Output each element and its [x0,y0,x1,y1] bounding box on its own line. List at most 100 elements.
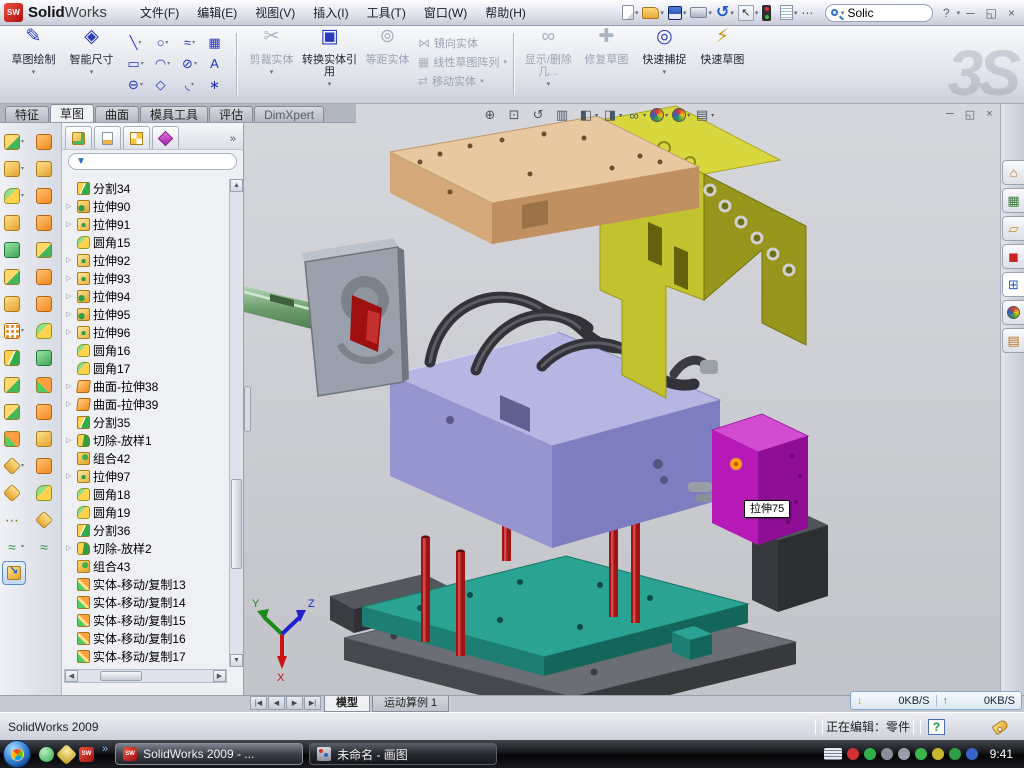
start-button[interactable] [3,740,31,768]
tray-volume-icon[interactable] [898,748,910,760]
parting-surface-icon[interactable] [36,484,52,501]
select-icon[interactable]: ▾ [736,5,761,21]
tag-icon[interactable] [991,718,1009,735]
taskbar-clock[interactable]: 9:41 [987,747,1021,761]
model-nav-button[interactable]: ◀ [268,696,285,710]
model-tab[interactable]: 运动算例 1 [372,696,449,712]
tooling-split-icon[interactable] [36,511,52,528]
quick-launch-solidworks-icon[interactable]: SW [79,747,94,762]
commandmanager-tab[interactable]: 评估 [209,106,253,122]
instant3d-button[interactable] [2,561,26,585]
menu-item[interactable]: 帮助(H) [476,4,535,22]
featuremanager-tab[interactable] [65,126,92,149]
mirror-entities-button[interactable]: ⋈镜向实体▾ [418,35,507,51]
zoom-fit-icon[interactable]: ⊕▾ [482,107,502,123]
curve-icon[interactable]: ≈▾ [4,538,24,555]
feature-tree-item[interactable]: ▷组合43 [65,557,227,575]
feature-tree-item[interactable]: ▷切除-放样2 [65,539,227,557]
menu-item[interactable]: 插入(I) [304,4,357,22]
configurationmanager-tab[interactable] [123,126,150,149]
boundary-boss-icon[interactable]: ▾ [4,268,24,285]
spline-icon[interactable]: ≈▾ [176,32,203,53]
reference-plane-icon[interactable]: ▾ [4,484,24,501]
trim-surface-icon[interactable] [36,403,52,420]
model-nav-button[interactable]: |◀ [250,696,267,710]
feature-tree-item[interactable]: ▷圆角19 [65,503,227,521]
insert-mold-folder-icon[interactable] [36,133,52,150]
feature-tree-item[interactable]: ▷实体-移动/复制14 [65,593,227,611]
taskbar-task-button[interactable]: 未命名 - 画图 [309,743,497,765]
model-nav-button[interactable]: ▶| [304,696,321,710]
box-select-icon[interactable]: ▦▾ [203,32,230,53]
radiate-surface-icon[interactable] [36,241,52,258]
quick-tips-icon[interactable]: ? [928,719,945,735]
tray-language-icon[interactable] [824,748,842,760]
close-button[interactable]: × [1003,6,1020,20]
feature-tree-item[interactable]: ▷圆角17 [65,359,227,377]
ellipse-icon[interactable]: ⊘▾ [176,53,203,74]
view-orientation-icon[interactable]: ◧▾ [578,107,598,123]
quick-snaps-button[interactable]: ◎快速捕捉▾ [637,31,692,91]
split-icon[interactable]: ▾ [4,349,24,366]
feature-tree-item[interactable]: ▷圆角16 [65,341,227,359]
offset-surface-icon[interactable] [36,214,52,231]
help-button[interactable]: ? [938,6,955,20]
expand-arrow-icon[interactable]: ▷ [66,310,74,318]
document-close-icon[interactable]: × [986,108,992,121]
mold-curve-icon[interactable]: ≈ [36,538,52,555]
display-style-icon[interactable]: ◨▾ [602,107,622,123]
boss-extrude-icon[interactable]: ▾ [4,133,24,150]
feature-tree-item[interactable]: ▷组合42 [65,449,227,467]
reference-axis-icon[interactable]: ⋯▾ [4,511,24,528]
scroll-right-icon[interactable]: ▶ [213,670,226,682]
smart-dimension-button[interactable]: ◈智能尺寸▾ [64,31,119,79]
convert-entities-button[interactable]: ▣转换实体引用▾ [302,31,357,91]
feature-tree-item[interactable]: ▷实体-移动/复制15 [65,611,227,629]
combine-icon[interactable]: ▾ [4,376,24,393]
menu-item[interactable]: 工具(T) [358,4,415,22]
quick-launch-messenger-icon[interactable] [39,747,54,762]
feature-tree-item[interactable]: ▷拉伸92 [65,251,227,269]
ruled-surface-icon[interactable] [36,268,52,285]
feature-tree-item[interactable]: ▷拉伸97 [65,467,227,485]
quick-launch-app-icon[interactable] [56,743,77,764]
untrim-surface-icon[interactable] [36,349,52,366]
propertymanager-tab[interactable] [94,126,121,149]
document-restore-icon[interactable]: ◱ [965,108,975,121]
expand-arrow-icon[interactable]: ▷ [66,544,74,552]
scroll-up-icon[interactable]: ▲ [230,179,243,192]
commandmanager-tab[interactable]: 模具工具 [140,106,208,122]
menu-item[interactable]: 窗口(W) [415,4,476,22]
menu-item[interactable]: 文件(F) [131,4,188,22]
search-box[interactable]: ▾Solic [825,4,933,22]
planar-surface-icon[interactable] [36,187,52,204]
tray-wireless-warning-icon[interactable] [932,748,944,760]
feature-tree-item[interactable]: ▷拉伸94 [65,287,227,305]
appearances-tab[interactable] [1002,300,1024,325]
tree-filter-input[interactable]: ▼ [68,153,237,170]
tray-shield-icon[interactable] [864,748,876,760]
graphics-viewport[interactable]: ⊕▾⊡▾↺▾▥▾◧▾◨▾∞▾▾▾▤▾ X Y Z [244,104,1000,695]
view-settings-icon[interactable]: ▤▾ [694,107,714,123]
tree-horizontal-scrollbar[interactable]: ◀ ▶ [64,669,227,683]
knit-surface-icon[interactable] [36,322,52,339]
custom-properties-tab[interactable]: ▤ [1002,328,1024,353]
feature-tree-item[interactable]: ▷拉伸91 [65,215,227,233]
menu-item[interactable]: 视图(V) [246,4,304,22]
feature-tree-item[interactable]: ▷圆角15 [65,233,227,251]
taskbar-task-button[interactable]: SWSolidWorks 2009 - ... [115,743,303,765]
tree-vertical-scrollbar[interactable]: ▲ ▼ [229,179,243,667]
save-icon[interactable]: ▾ [666,6,689,20]
scrollbar-thumb[interactable] [231,479,242,569]
undo-icon[interactable]: ▾ [714,5,736,21]
expand-arrow-icon[interactable]: ▷ [66,274,74,282]
panel-splitter[interactable] [244,386,251,432]
tray-sync-icon[interactable] [966,748,978,760]
feature-tree-item[interactable]: ▷拉伸90 [65,197,227,215]
options-icon[interactable]: ▾ [778,5,800,20]
sketch-text-icon[interactable]: A▾ [203,53,230,74]
swept-boss-icon[interactable]: ▾ [4,214,24,231]
expand-arrow-icon[interactable]: ▷ [66,328,74,336]
sketch-fillet-icon[interactable]: ◟▾ [176,74,203,95]
feature-tree-item[interactable]: ▷实体-移动/复制18 [65,665,227,667]
